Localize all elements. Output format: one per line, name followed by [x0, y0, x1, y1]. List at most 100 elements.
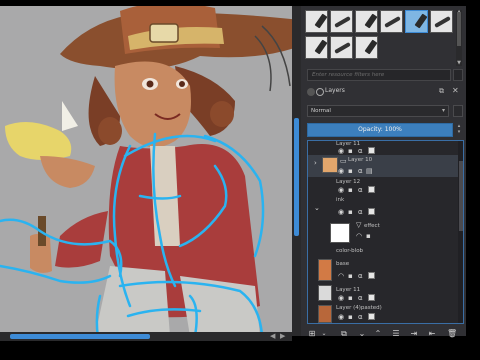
blend-badge: ▤: [366, 167, 373, 175]
filter-mask-icon: ▽: [356, 221, 362, 229]
inherit-alpha-icon[interactable]: [368, 294, 375, 301]
lock-icon[interactable]: ▪: [348, 148, 353, 155]
layer-row[interactable]: base ◠ ▪ α: [308, 259, 463, 285]
alpha-lock-icon[interactable]: α: [358, 148, 363, 155]
visibility-eye-icon[interactable]: ◉: [338, 314, 344, 321]
layer-list-scroll-thumb[interactable]: [459, 161, 463, 231]
canvas-horizontal-scroll-thumb[interactable]: [10, 334, 150, 339]
brush-preset[interactable]: [355, 36, 378, 59]
canvas-horizontal-scrollbar[interactable]: ◀ ▶: [0, 332, 292, 341]
alpha-lock-icon[interactable]: α: [358, 273, 363, 280]
brush-preset[interactable]: [330, 36, 353, 59]
add-layer-dropdown-icon[interactable]: ⌄: [319, 328, 329, 339]
docker-lock-icon[interactable]: [307, 88, 315, 96]
right-black-bar: [466, 0, 480, 360]
import-layer-icon[interactable]: ⇥: [409, 328, 419, 339]
blend-mode-select[interactable]: Normal ▾: [307, 105, 449, 117]
drawing-canvas[interactable]: [0, 6, 292, 336]
layer-properties-icon[interactable]: ☰: [391, 328, 401, 339]
expand-arrow-icon[interactable]: ›: [314, 160, 317, 167]
brush-presets-scrollbar[interactable]: ▲ ▼: [456, 10, 462, 66]
canvas-vertical-scrollbar[interactable]: [292, 6, 301, 336]
layer-row[interactable]: ▽ effect ◠ ▪: [308, 221, 463, 245]
close-docker-icon[interactable]: ✕: [452, 86, 459, 95]
visibility-eye-icon[interactable]: ◉: [338, 168, 344, 175]
delete-layer-icon[interactable]: 🗑: [447, 328, 457, 339]
layer-row[interactable]: Layer 12 ◉ ▪ α: [308, 179, 463, 195]
lock-icon[interactable]: ▪: [366, 233, 371, 240]
layer-thumbnail: [330, 223, 350, 243]
brush-preset[interactable]: [380, 10, 403, 33]
alpha-lock-icon[interactable]: α: [358, 187, 363, 194]
collapse-arrow-icon[interactable]: ⌄: [314, 205, 320, 212]
brush-presets-scroll-thumb[interactable]: [457, 12, 461, 46]
float-docker-icon[interactable]: ⧉: [439, 87, 444, 96]
canvas-vertical-scroll-thumb[interactable]: [294, 118, 299, 236]
lock-icon[interactable]: ▪: [348, 314, 353, 321]
inherit-alpha-icon[interactable]: [368, 208, 375, 215]
layer-row[interactable]: Layer 11 ◉ ▪ α: [308, 141, 463, 155]
visibility-eye-icon[interactable]: ◉: [338, 209, 344, 216]
layer-list-scrollbar[interactable]: [458, 141, 463, 323]
layers-docker-title: Layers: [325, 87, 345, 94]
visibility-eye-icon[interactable]: ◉: [338, 187, 344, 194]
inherit-alpha-icon[interactable]: [368, 313, 375, 320]
lock-icon[interactable]: ▪: [348, 168, 353, 175]
brush-preset[interactable]: [355, 10, 378, 33]
scroll-down-icon[interactable]: ▼: [456, 61, 462, 66]
brush-preset[interactable]: [430, 10, 453, 33]
layer-name: base: [336, 261, 350, 267]
visibility-eye-icon[interactable]: ◠: [338, 273, 344, 280]
duplicate-layer-icon[interactable]: ⧉: [339, 328, 349, 339]
layer-name: Layer 11: [336, 287, 361, 293]
lock-icon[interactable]: ▪: [348, 295, 353, 302]
visibility-eye-icon[interactable]: ◉: [338, 148, 344, 155]
export-layer-icon[interactable]: ⇤: [427, 328, 437, 339]
visibility-eye-icon[interactable]: ◠: [356, 233, 362, 240]
alpha-lock-icon[interactable]: α: [358, 168, 363, 175]
layer-thumbnail: [318, 305, 332, 323]
brush-preset[interactable]: [305, 10, 328, 33]
chevron-down-icon: ▾: [441, 107, 445, 114]
visibility-eye-icon[interactable]: ◉: [338, 295, 344, 302]
layer-row-group[interactable]: ⌄ ink ◉ ▪ α: [308, 197, 463, 219]
docker-panel: ▲ ▼ Enter resource filters here Layers ⧉…: [301, 6, 466, 338]
layer-row[interactable]: Layer 11 ◉ ▪ α: [308, 285, 463, 303]
docker-collapse-icon[interactable]: [316, 88, 324, 96]
filter-options-button[interactable]: [453, 69, 463, 81]
layer-options-button[interactable]: [453, 105, 463, 117]
layer-row[interactable]: color-blob: [308, 247, 463, 257]
layer-name: Layer 10: [348, 157, 373, 163]
brush-preset-selected[interactable]: [405, 10, 428, 33]
opacity-slider[interactable]: Opacity: 100%: [307, 123, 453, 137]
inherit-alpha-icon[interactable]: [368, 186, 375, 193]
layers-docker-titlebar: Layers ⧉ ✕: [301, 86, 466, 99]
lock-icon[interactable]: ▪: [348, 209, 353, 216]
layer-row[interactable]: Layer (4)pasted) ◉ ▪ α: [308, 305, 463, 323]
layer-name: effect: [364, 223, 380, 229]
layers-bottom-toolbar: ⊞ ⌄ ⧉ ⌄ ⌃ ☰ ⇥ ⇤ 🗑: [305, 328, 463, 340]
add-layer-icon[interactable]: ⊞: [307, 328, 317, 339]
layer-thumbnail: [318, 259, 332, 281]
opacity-stepper[interactable]: ▴ ▾: [455, 123, 463, 137]
move-layer-up-icon[interactable]: ⌃: [373, 328, 383, 339]
brush-preset[interactable]: [305, 36, 328, 59]
move-layer-down-icon[interactable]: ⌄: [357, 328, 367, 339]
scroll-right-arrow-icon[interactable]: ▶: [280, 332, 285, 340]
folder-icon: ▭: [340, 157, 347, 165]
layer-row-selected[interactable]: › Layer 10 ▭ ◉ ▪ α ▤: [308, 155, 463, 177]
layer-name: color-blob: [336, 248, 364, 254]
brush-preset[interactable]: [330, 10, 353, 33]
brush-presets-grid: [305, 10, 455, 66]
resource-filter-input[interactable]: Enter resource filters here: [307, 69, 451, 81]
inherit-alpha-icon[interactable]: [368, 147, 375, 154]
alpha-lock-icon[interactable]: α: [358, 209, 363, 216]
inherit-alpha-icon[interactable]: [368, 272, 375, 279]
alpha-lock-icon[interactable]: α: [358, 314, 363, 321]
alpha-lock-icon[interactable]: α: [358, 295, 363, 302]
lock-icon[interactable]: ▪: [348, 273, 353, 280]
scroll-left-arrow-icon[interactable]: ◀: [270, 332, 275, 340]
layer-thumbnail: [322, 157, 338, 173]
artwork-illustration: [0, 6, 292, 336]
lock-icon[interactable]: ▪: [348, 187, 353, 194]
